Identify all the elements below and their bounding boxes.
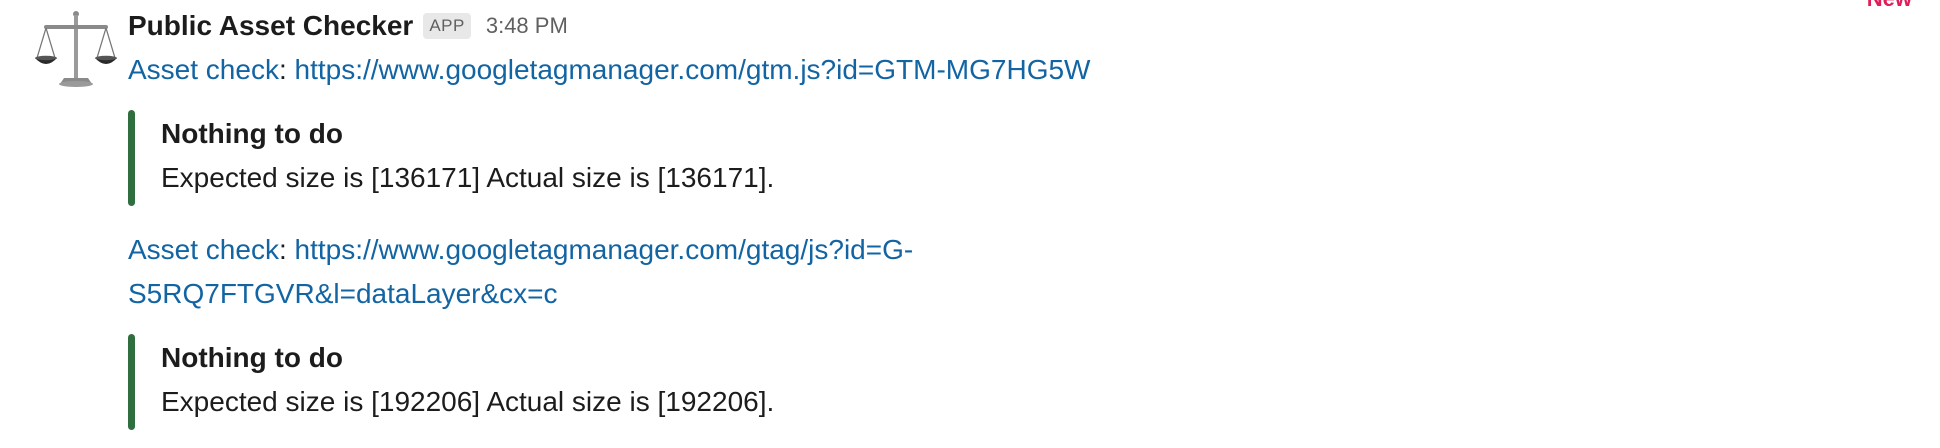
app-badge: APP (423, 13, 471, 39)
asset-check-line: Asset check: https://www.googletagmanage… (128, 234, 914, 265)
attachment-title: Nothing to do (161, 118, 343, 149)
asset-check-link[interactable]: Asset check (128, 54, 279, 85)
asset-url-link[interactable]: https://www.googletagmanager.com/gtm.js?… (295, 54, 1091, 85)
asset-check-line-continued: S5RQ7FTGVR&l=dataLayer&cx=c (128, 272, 558, 316)
message: Public Asset Checker APP 3:48 PM New Ass… (0, 0, 1940, 448)
asset-url-link-continued[interactable]: S5RQ7FTGVR&l=dataLayer&cx=c (128, 278, 558, 309)
asset-check-line: Asset check: https://www.googletagmanage… (128, 54, 1091, 85)
attachment-color-bar (128, 110, 135, 206)
result-attachment: Nothing to do Expected size is [192206] … (128, 334, 1028, 430)
attachment-color-bar (128, 334, 135, 430)
timestamp[interactable]: 3:48 PM (486, 13, 568, 39)
message-header: Public Asset Checker APP 3:48 PM (128, 6, 568, 46)
asset-check-link[interactable]: Asset check (128, 234, 279, 265)
asset-url-link[interactable]: https://www.googletagmanager.com/gtag/js… (295, 234, 914, 265)
attachment-title: Nothing to do (161, 342, 343, 373)
scales-icon[interactable] (34, 8, 118, 92)
sender-name[interactable]: Public Asset Checker (128, 10, 413, 42)
result-attachment: Nothing to do Expected size is [136171] … (128, 110, 1028, 206)
new-messages-marker: New (1867, 0, 1912, 12)
attachment-text: Expected size is [192206] Actual size is… (161, 386, 775, 417)
attachment-text: Expected size is [136171] Actual size is… (161, 162, 775, 193)
